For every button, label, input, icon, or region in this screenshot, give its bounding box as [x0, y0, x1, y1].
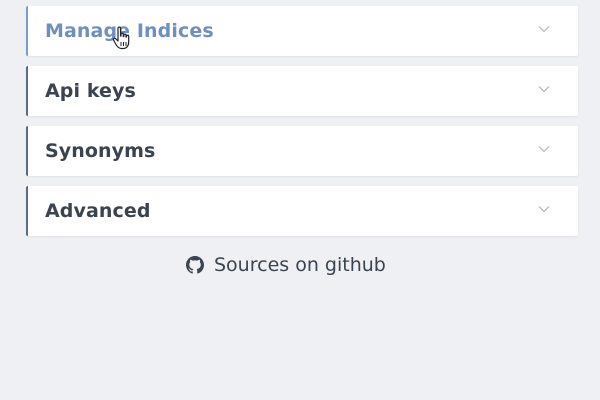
- github-icon: [186, 256, 204, 274]
- accordion-item-label: Manage Indices: [45, 20, 214, 42]
- chevron-down-icon[interactable]: [538, 145, 550, 153]
- github-sources-link[interactable]: Sources on github: [186, 254, 386, 276]
- accordion-item-manage-indices[interactable]: Manage Indices: [26, 6, 578, 56]
- accordion-item-api-keys[interactable]: Api keys: [26, 66, 578, 116]
- github-link-label: Sources on github: [214, 254, 386, 276]
- accordion-item-advanced[interactable]: Advanced: [26, 186, 578, 236]
- chevron-down-icon[interactable]: [538, 25, 550, 33]
- accordion-item-label: Advanced: [45, 200, 151, 222]
- chevron-down-icon[interactable]: [538, 85, 550, 93]
- accordion-item-label: Synonyms: [45, 140, 156, 162]
- chevron-down-icon[interactable]: [538, 205, 550, 213]
- settings-accordion: Manage Indices Api keys Synonyms Advance…: [26, 6, 578, 246]
- accordion-item-synonyms[interactable]: Synonyms: [26, 126, 578, 176]
- accordion-item-label: Api keys: [45, 80, 136, 102]
